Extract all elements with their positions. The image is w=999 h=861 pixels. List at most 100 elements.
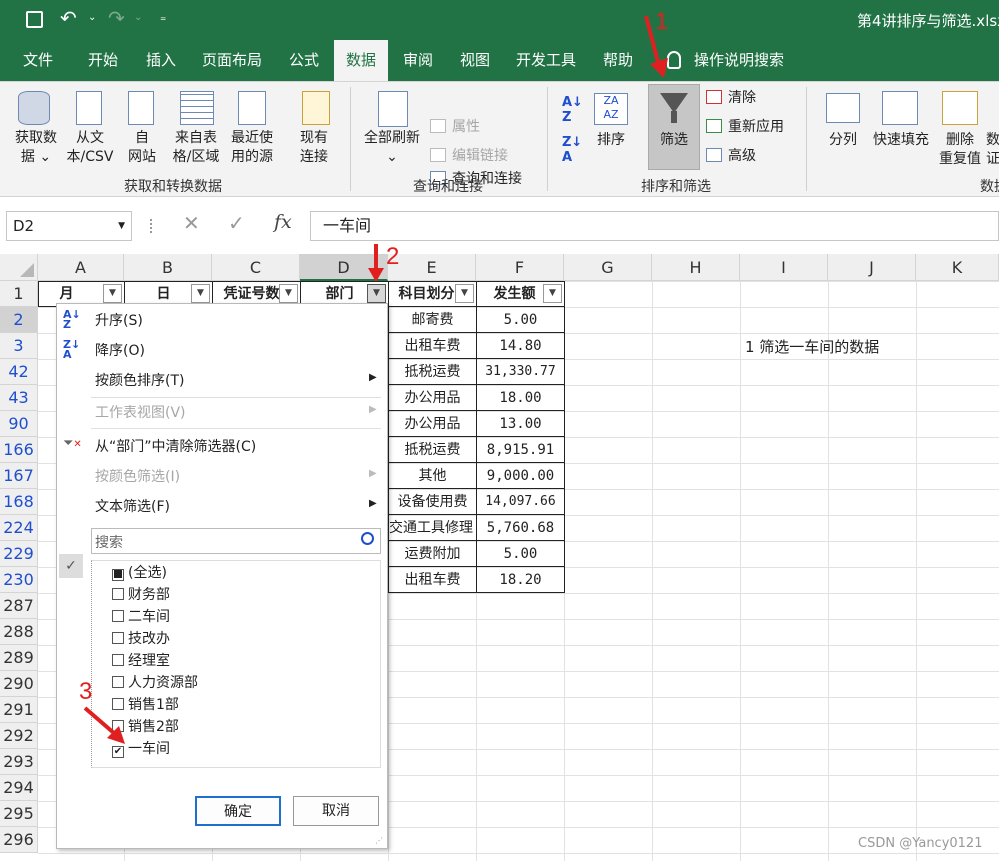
column-header-h[interactable]: H [652,254,740,281]
undo-dropdown-icon[interactable]: ⌄ [88,12,96,23]
enter-icon[interactable]: ✓ [228,211,245,235]
reapply-button[interactable]: 重新应用 [706,117,784,137]
cell-subject[interactable]: 设备使用费 [388,488,477,515]
sort-descending-icon[interactable]: Z↓ A [562,135,582,165]
column-header-b[interactable]: B [124,254,212,281]
row-header[interactable]: 166 [0,437,38,463]
tab-home[interactable]: 开始 [79,40,127,81]
tell-me-search[interactable]: 操作说明搜索 [694,40,794,81]
from-table-range-button[interactable]: 来自表 格/区域 [168,129,224,167]
tab-view[interactable]: 视图 [451,40,499,81]
cell-amount[interactable]: 31,330.77 [476,358,565,385]
menu-sort-by-color[interactable]: 按颜色排序(T) [95,371,184,391]
column-header-g[interactable]: G [564,254,652,281]
filter-option[interactable]: (全选) [112,563,167,583]
existing-connections-button[interactable]: 现有 连接 [290,129,338,167]
remove-duplicates-button[interactable]: 删除 重复值 [934,131,986,169]
flash-fill-button[interactable]: 快速填充 [868,131,934,150]
select-all-corner[interactable] [0,254,38,281]
filter-option[interactable]: 技改办 [112,629,170,649]
row-header[interactable]: 289 [0,645,38,671]
row-header[interactable]: 292 [0,723,38,749]
customize-toolbar-icon[interactable]: ₌ [160,10,166,24]
name-box-dropdown-icon[interactable]: ▼ [118,212,125,240]
menu-text-filters[interactable]: 文本筛选(F) [95,497,170,517]
row-header[interactable]: 43 [0,385,38,411]
filter-option[interactable]: 经理室 [112,651,170,671]
search-box[interactable]: 搜索 [91,528,381,554]
row-header[interactable]: 229 [0,541,38,567]
note-cell[interactable]: 1 筛选一车间的数据 [745,336,879,357]
properties-button[interactable]: 属性 [430,117,480,137]
row-header[interactable]: 42 [0,359,38,385]
cell-amount[interactable]: 5,760.68 [476,514,565,541]
data-validation-button[interactable]: 数 证 [986,131,999,169]
sort-button[interactable]: 排序 [590,131,632,150]
menu-clear-filter[interactable]: 从“部门”中清除筛选器(C) [95,437,256,457]
cell-amount[interactable]: 18.20 [476,566,565,593]
menu-sort-descending[interactable]: 降序(O) [95,341,145,361]
filter-option[interactable]: 人力资源部 [112,673,198,693]
cell-amount[interactable]: 14,097.66 [476,488,565,515]
column-header-a[interactable]: A [38,254,124,281]
cell-subject[interactable]: 邮寄费 [388,306,477,333]
clear-button[interactable]: 清除 [706,88,756,108]
cell-subject[interactable]: 出租车费 [388,332,477,359]
name-box[interactable]: D2 ▼ [6,211,132,241]
filter-option[interactable]: 二车间 [112,607,170,627]
cell-subject[interactable]: 交通工具修理 [388,514,477,541]
cell-amount[interactable]: 9,000.00 [476,462,565,489]
tab-data[interactable]: 数据 [334,40,388,81]
column-header-e[interactable]: E [388,254,476,281]
row-header[interactable]: 230 [0,567,38,593]
row-header[interactable]: 168 [0,489,38,515]
search-input[interactable]: 搜索 [95,532,123,552]
tab-developer[interactable]: 开发工具 [510,40,582,81]
column-header-i[interactable]: I [740,254,828,281]
cell-subject[interactable]: 运费附加 [388,540,477,567]
ok-button[interactable]: 确定 [195,796,281,826]
row-header[interactable]: 294 [0,775,38,801]
edit-links-button[interactable]: 编辑链接 [430,146,508,166]
row-header[interactable]: 291 [0,697,38,723]
column-header-j[interactable]: J [828,254,916,281]
filter-option[interactable]: 财务部 [112,585,170,605]
row-header[interactable]: 1 [0,281,38,307]
tab-help[interactable]: 帮助 [594,40,642,81]
tab-review[interactable]: 审阅 [394,40,442,81]
row-header[interactable]: 167 [0,463,38,489]
row-header[interactable]: 290 [0,671,38,697]
filter-dropdown-subject[interactable]: ▼ [455,284,474,303]
column-header-f[interactable]: F [476,254,564,281]
row-header[interactable]: 224 [0,515,38,541]
cell-subject[interactable]: 抵税运费 [388,358,477,385]
cell-amount[interactable]: 18.00 [476,384,565,411]
filter-dropdown-department[interactable]: ▼ [367,284,386,303]
cell-subject[interactable]: 出租车费 [388,566,477,593]
filter-dropdown-amount[interactable]: ▼ [543,284,562,303]
filter-dropdown-day[interactable]: ▼ [191,284,210,303]
redo-icon[interactable]: ↷ [108,6,125,30]
cell-amount[interactable]: 14.80 [476,332,565,359]
menu-sort-ascending[interactable]: 升序(S) [95,311,143,331]
cancel-button[interactable]: 取消 [293,796,379,826]
cell-subject[interactable]: 抵税运费 [388,436,477,463]
column-header-c[interactable]: C [212,254,300,281]
formula-input[interactable]: 一车间 [310,211,999,241]
row-header[interactable]: 288 [0,619,38,645]
cell-amount[interactable]: 8,915.91 [476,436,565,463]
tab-page-layout[interactable]: 页面布局 [196,40,268,81]
advanced-button[interactable]: 高级 [706,146,756,166]
resize-grip-icon[interactable]: ⋰ [375,836,383,845]
cell-subject[interactable]: 办公用品 [388,410,477,437]
column-header-k[interactable]: K [916,254,999,281]
row-header[interactable]: 90 [0,411,38,437]
row-header[interactable]: 296 [0,827,38,853]
row-header[interactable]: 2 [0,307,38,333]
cell-amount[interactable]: 5.00 [476,306,565,333]
tab-file[interactable]: 文件 [14,40,62,81]
filter-button[interactable]: 筛选 [652,131,696,150]
from-text-csv-button[interactable]: 从文 本/CSV [62,129,118,167]
cell-subject[interactable]: 其他 [388,462,477,489]
text-to-columns-button[interactable]: 分列 [822,131,864,150]
